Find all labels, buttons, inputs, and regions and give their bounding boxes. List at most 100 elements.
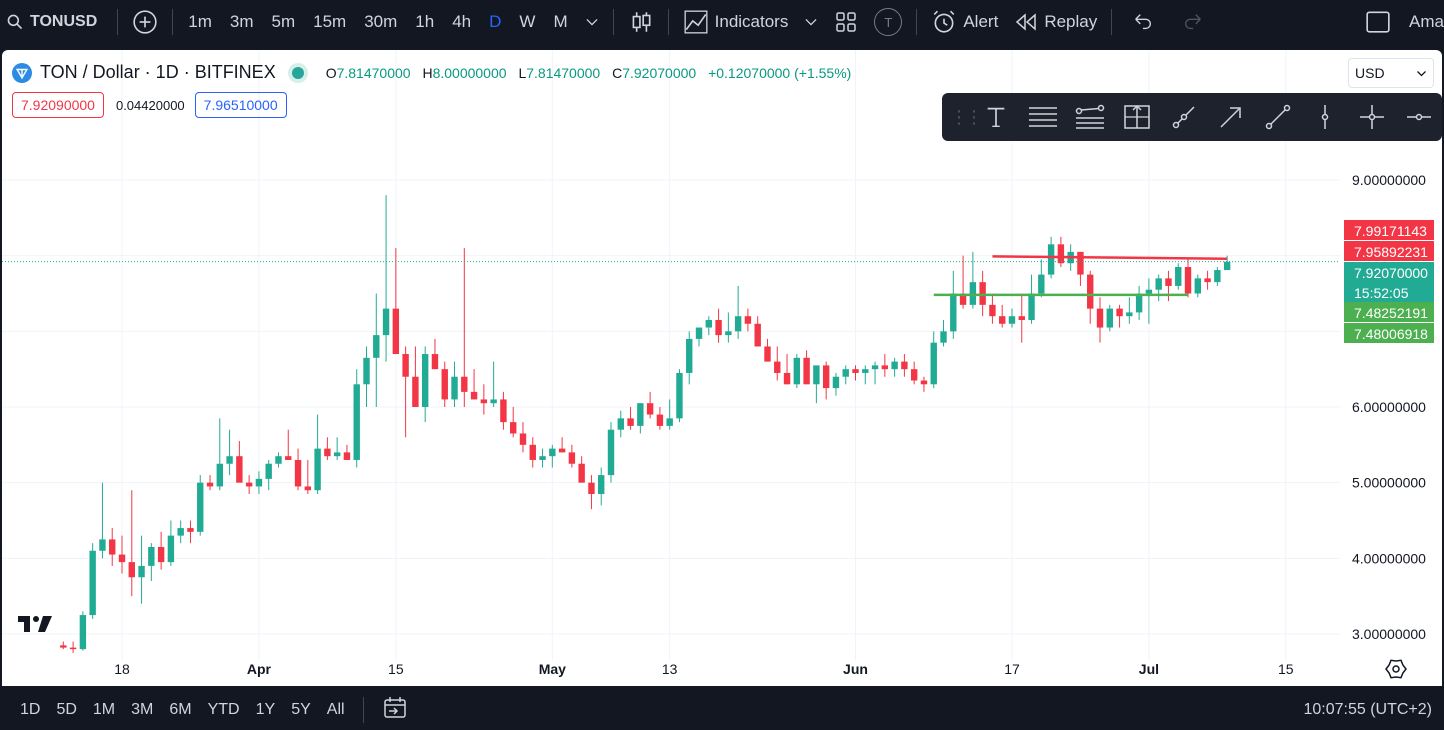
candlestick-chart[interactable]: 3.00000000 4.00000000 5.00000000 6.00000000… bbox=[2, 50, 1442, 686]
interval-1h[interactable]: 1h bbox=[406, 0, 443, 44]
sell-button[interactable]: 7.92090000 bbox=[12, 92, 104, 118]
vertical-line-icon bbox=[1321, 105, 1328, 129]
candle-body bbox=[803, 357, 810, 385]
candle bbox=[99, 482, 106, 559]
symbol-search[interactable]: TONUSD bbox=[0, 0, 105, 44]
x-axis-tick-label: 15 bbox=[388, 661, 404, 677]
candle bbox=[793, 354, 801, 389]
divider bbox=[362, 697, 364, 723]
candle-body bbox=[245, 482, 253, 487]
interval-3m[interactable]: 3m bbox=[221, 0, 263, 44]
candle-body bbox=[461, 376, 468, 392]
candle bbox=[852, 365, 859, 381]
crosshair-icon bbox=[1359, 105, 1384, 129]
redo-button[interactable] bbox=[1168, 0, 1218, 44]
interval-dropdown[interactable] bbox=[577, 0, 607, 44]
candle bbox=[676, 369, 683, 423]
candle bbox=[461, 248, 468, 407]
range-5y[interactable]: 5Y bbox=[283, 701, 319, 719]
vertical-line-tool[interactable] bbox=[1301, 93, 1348, 141]
candle bbox=[1116, 304, 1123, 328]
candle-body bbox=[529, 444, 536, 460]
ray-tool[interactable] bbox=[1160, 93, 1207, 141]
arrow-tool[interactable] bbox=[1207, 93, 1254, 141]
interval-15m[interactable]: 15m bbox=[304, 0, 355, 44]
range-6m[interactable]: 6M bbox=[161, 701, 199, 719]
candle-body bbox=[373, 335, 380, 358]
candle bbox=[1057, 236, 1065, 268]
interval-5m[interactable]: 5m bbox=[263, 0, 305, 44]
horizontal-line-tool[interactable] bbox=[1395, 93, 1442, 141]
divider bbox=[1111, 9, 1113, 35]
candle bbox=[480, 384, 488, 415]
templates-button[interactable]: T bbox=[866, 0, 910, 44]
goto-date-button[interactable] bbox=[374, 695, 416, 726]
range-1y[interactable]: 1Y bbox=[248, 701, 284, 719]
alert-button[interactable]: Alert bbox=[923, 0, 1006, 44]
currency-label: USD bbox=[1355, 65, 1385, 81]
interval-W[interactable]: W bbox=[510, 0, 544, 44]
candle-body bbox=[598, 475, 605, 495]
candle-body bbox=[177, 528, 184, 536]
candle-body bbox=[421, 354, 429, 407]
candle bbox=[236, 441, 243, 483]
candle bbox=[1204, 270, 1211, 290]
high-value: 8.00000000 bbox=[432, 64, 507, 81]
candle-body bbox=[842, 369, 849, 377]
candle bbox=[920, 376, 928, 392]
range-5d[interactable]: 5D bbox=[48, 701, 84, 719]
gear-icon[interactable] bbox=[1385, 659, 1407, 679]
candle-body bbox=[392, 308, 400, 355]
candle bbox=[1087, 270, 1094, 324]
indicators-button[interactable]: Indicators bbox=[675, 0, 797, 44]
indicators-label: Indicators bbox=[714, 12, 789, 31]
chart-pane[interactable]: 3.00000000 4.00000000 5.00000000 6.00000000… bbox=[2, 50, 1442, 686]
range-3m[interactable]: 3M bbox=[123, 701, 161, 719]
cross-line-tool[interactable] bbox=[1348, 93, 1395, 141]
candle bbox=[314, 414, 321, 495]
market-open-status-icon[interactable] bbox=[291, 66, 304, 79]
candle bbox=[959, 255, 967, 309]
currency-select[interactable]: USD bbox=[1348, 58, 1434, 88]
account-button[interactable]: Ama bbox=[1409, 0, 1444, 44]
candle-body bbox=[333, 452, 341, 457]
candle-body bbox=[1028, 293, 1035, 320]
candle bbox=[157, 531, 165, 570]
clock-timezone[interactable]: 10:07:55 (UTC+2) bbox=[1303, 701, 1444, 719]
range-ytd[interactable]: YTD bbox=[200, 701, 248, 719]
interval-D[interactable]: D bbox=[480, 0, 510, 44]
candle bbox=[822, 361, 830, 400]
interval-30m[interactable]: 30m bbox=[355, 0, 406, 44]
undo-button[interactable] bbox=[1118, 0, 1168, 44]
replay-label: Replay bbox=[1044, 12, 1098, 31]
fullscreen-button[interactable] bbox=[1347, 0, 1409, 44]
interval-M[interactable]: M bbox=[544, 0, 576, 44]
fib-tool[interactable] bbox=[1066, 93, 1113, 141]
last-price-label-text: 15:52:05 bbox=[1354, 285, 1409, 301]
chart-type-button[interactable] bbox=[620, 0, 662, 44]
text-tool[interactable] bbox=[972, 93, 1019, 141]
replay-button[interactable]: Replay bbox=[1006, 0, 1105, 44]
tradingview-logo-icon[interactable] bbox=[16, 612, 56, 636]
range-1m[interactable]: 1M bbox=[85, 701, 123, 719]
candle bbox=[1135, 285, 1143, 320]
candle-body bbox=[294, 459, 302, 487]
drag-handle-icon[interactable]: ⋮⋮ bbox=[950, 107, 983, 128]
buy-button[interactable]: 7.96510000 bbox=[194, 92, 287, 118]
layouts-button[interactable] bbox=[826, 0, 866, 44]
interval-4h[interactable]: 4h bbox=[443, 0, 480, 44]
range-all[interactable]: All bbox=[319, 701, 353, 719]
indicators-dropdown[interactable] bbox=[796, 0, 826, 44]
measure-tool[interactable] bbox=[1113, 93, 1160, 141]
candle-body bbox=[1184, 267, 1192, 294]
candle bbox=[1175, 263, 1182, 290]
candle bbox=[930, 331, 937, 389]
horizontal-lines-tool[interactable] bbox=[1019, 93, 1066, 141]
candle-body bbox=[783, 372, 791, 385]
compare-button[interactable] bbox=[124, 0, 166, 44]
trend-line-tool[interactable] bbox=[1254, 93, 1301, 141]
symbol-title[interactable]: TON / Dollar · 1D · BITFINEX bbox=[40, 62, 276, 83]
range-1d[interactable]: 1D bbox=[0, 701, 48, 719]
candle-body bbox=[1175, 267, 1182, 286]
interval-1m[interactable]: 1m bbox=[179, 0, 221, 44]
